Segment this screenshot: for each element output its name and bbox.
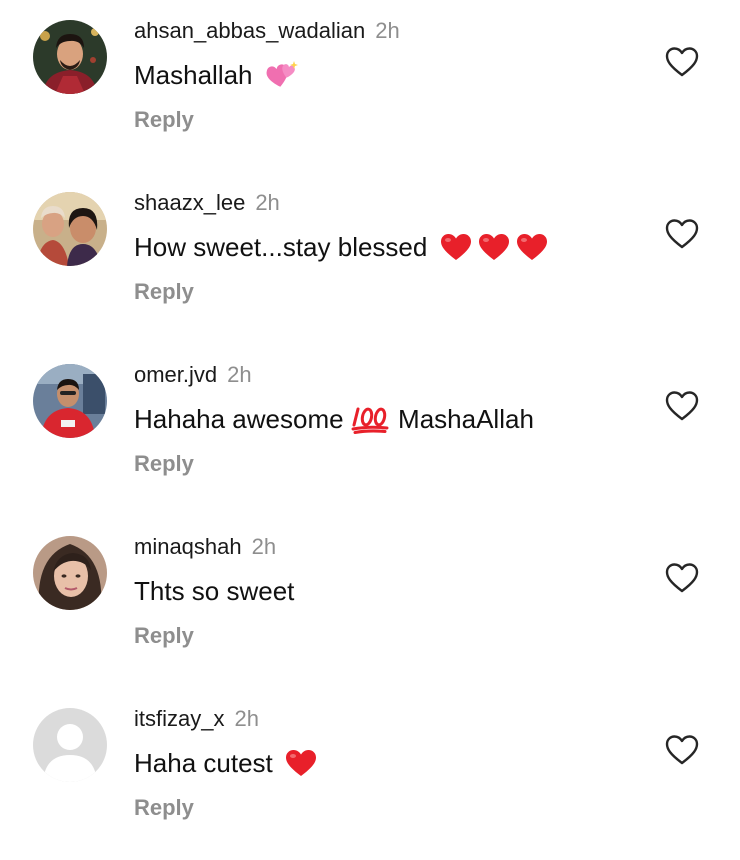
default-avatar-icon [33,708,107,782]
username[interactable]: ahsan_abbas_wadalian [134,18,365,43]
comment-text: Haha cutest [134,746,318,786]
timestamp: 2h [375,18,400,43]
red-heart-icon [477,232,511,270]
comment-text: Mashallah [134,58,300,98]
comment-body: Thts so sweet [134,576,295,606]
heart-icon [665,391,699,421]
comment-body: Mashallah [134,60,253,90]
like-button[interactable] [664,732,700,768]
avatar[interactable] [33,20,107,94]
like-button[interactable] [664,216,700,252]
hundred-points-icon [351,404,391,442]
avatar[interactable] [33,364,107,438]
red-heart-icon [515,232,549,270]
comment-item: itsfizay_x 2h Haha cutest Reply [0,688,740,860]
username[interactable]: minaqshah [134,534,242,559]
reply-button[interactable]: Reply [134,278,194,306]
comment-item: ahsan_abbas_wadalian 2h Mashallah Reply [0,0,740,172]
heart-icon [665,47,699,77]
avatar[interactable] [33,536,107,610]
username[interactable]: omer.jvd [134,362,217,387]
timestamp: 2h [234,706,259,731]
reply-button[interactable]: Reply [134,450,194,478]
timestamp: 2h [227,362,252,387]
heart-icon [665,735,699,765]
reply-button[interactable]: Reply [134,106,194,134]
timestamp: 2h [251,534,277,559]
sparkling-heart-icon [264,58,300,98]
username[interactable]: shaazx_lee [134,190,245,215]
comment-body: How sweet...stay blessed [134,232,428,262]
comment-meta: minaqshah 2h [134,533,276,561]
like-button[interactable] [664,388,700,424]
avatar[interactable] [33,708,107,782]
comment-meta: ahsan_abbas_wadalian 2h [134,17,400,45]
reply-button[interactable]: Reply [134,622,194,650]
comment-body-continued: MashaAllah [398,404,534,434]
comment-meta: shaazx_lee 2h [134,189,280,217]
heart-icon [665,219,699,249]
comment-meta: itsfizay_x 2h [134,705,259,733]
red-heart-icon [284,748,318,786]
comment-item: shaazx_lee 2h How sweet...stay blessed Re… [0,172,740,344]
heart-icon [665,563,699,593]
avatar[interactable] [33,192,107,266]
username[interactable]: itsfizay_x [134,706,224,731]
comment-item: minaqshah 2h Thts so sweet Reply [0,516,740,688]
comment-body: Hahaha awesome [134,404,344,434]
reply-button[interactable]: Reply [134,794,194,822]
comment-body: Haha cutest [134,748,273,778]
comment-item: omer.jvd 2h Hahaha awesome MashaAllah Rep… [0,344,740,516]
comment-text: Thts so sweet [134,574,294,608]
comment-meta: omer.jvd 2h [134,361,252,389]
comment-text: How sweet...stay blessed [134,230,549,270]
like-button[interactable] [664,560,700,596]
timestamp: 2h [255,190,280,215]
comment-text: Hahaha awesome MashaAllah [134,402,534,442]
red-heart-icon [439,232,473,270]
like-button[interactable] [664,44,700,80]
